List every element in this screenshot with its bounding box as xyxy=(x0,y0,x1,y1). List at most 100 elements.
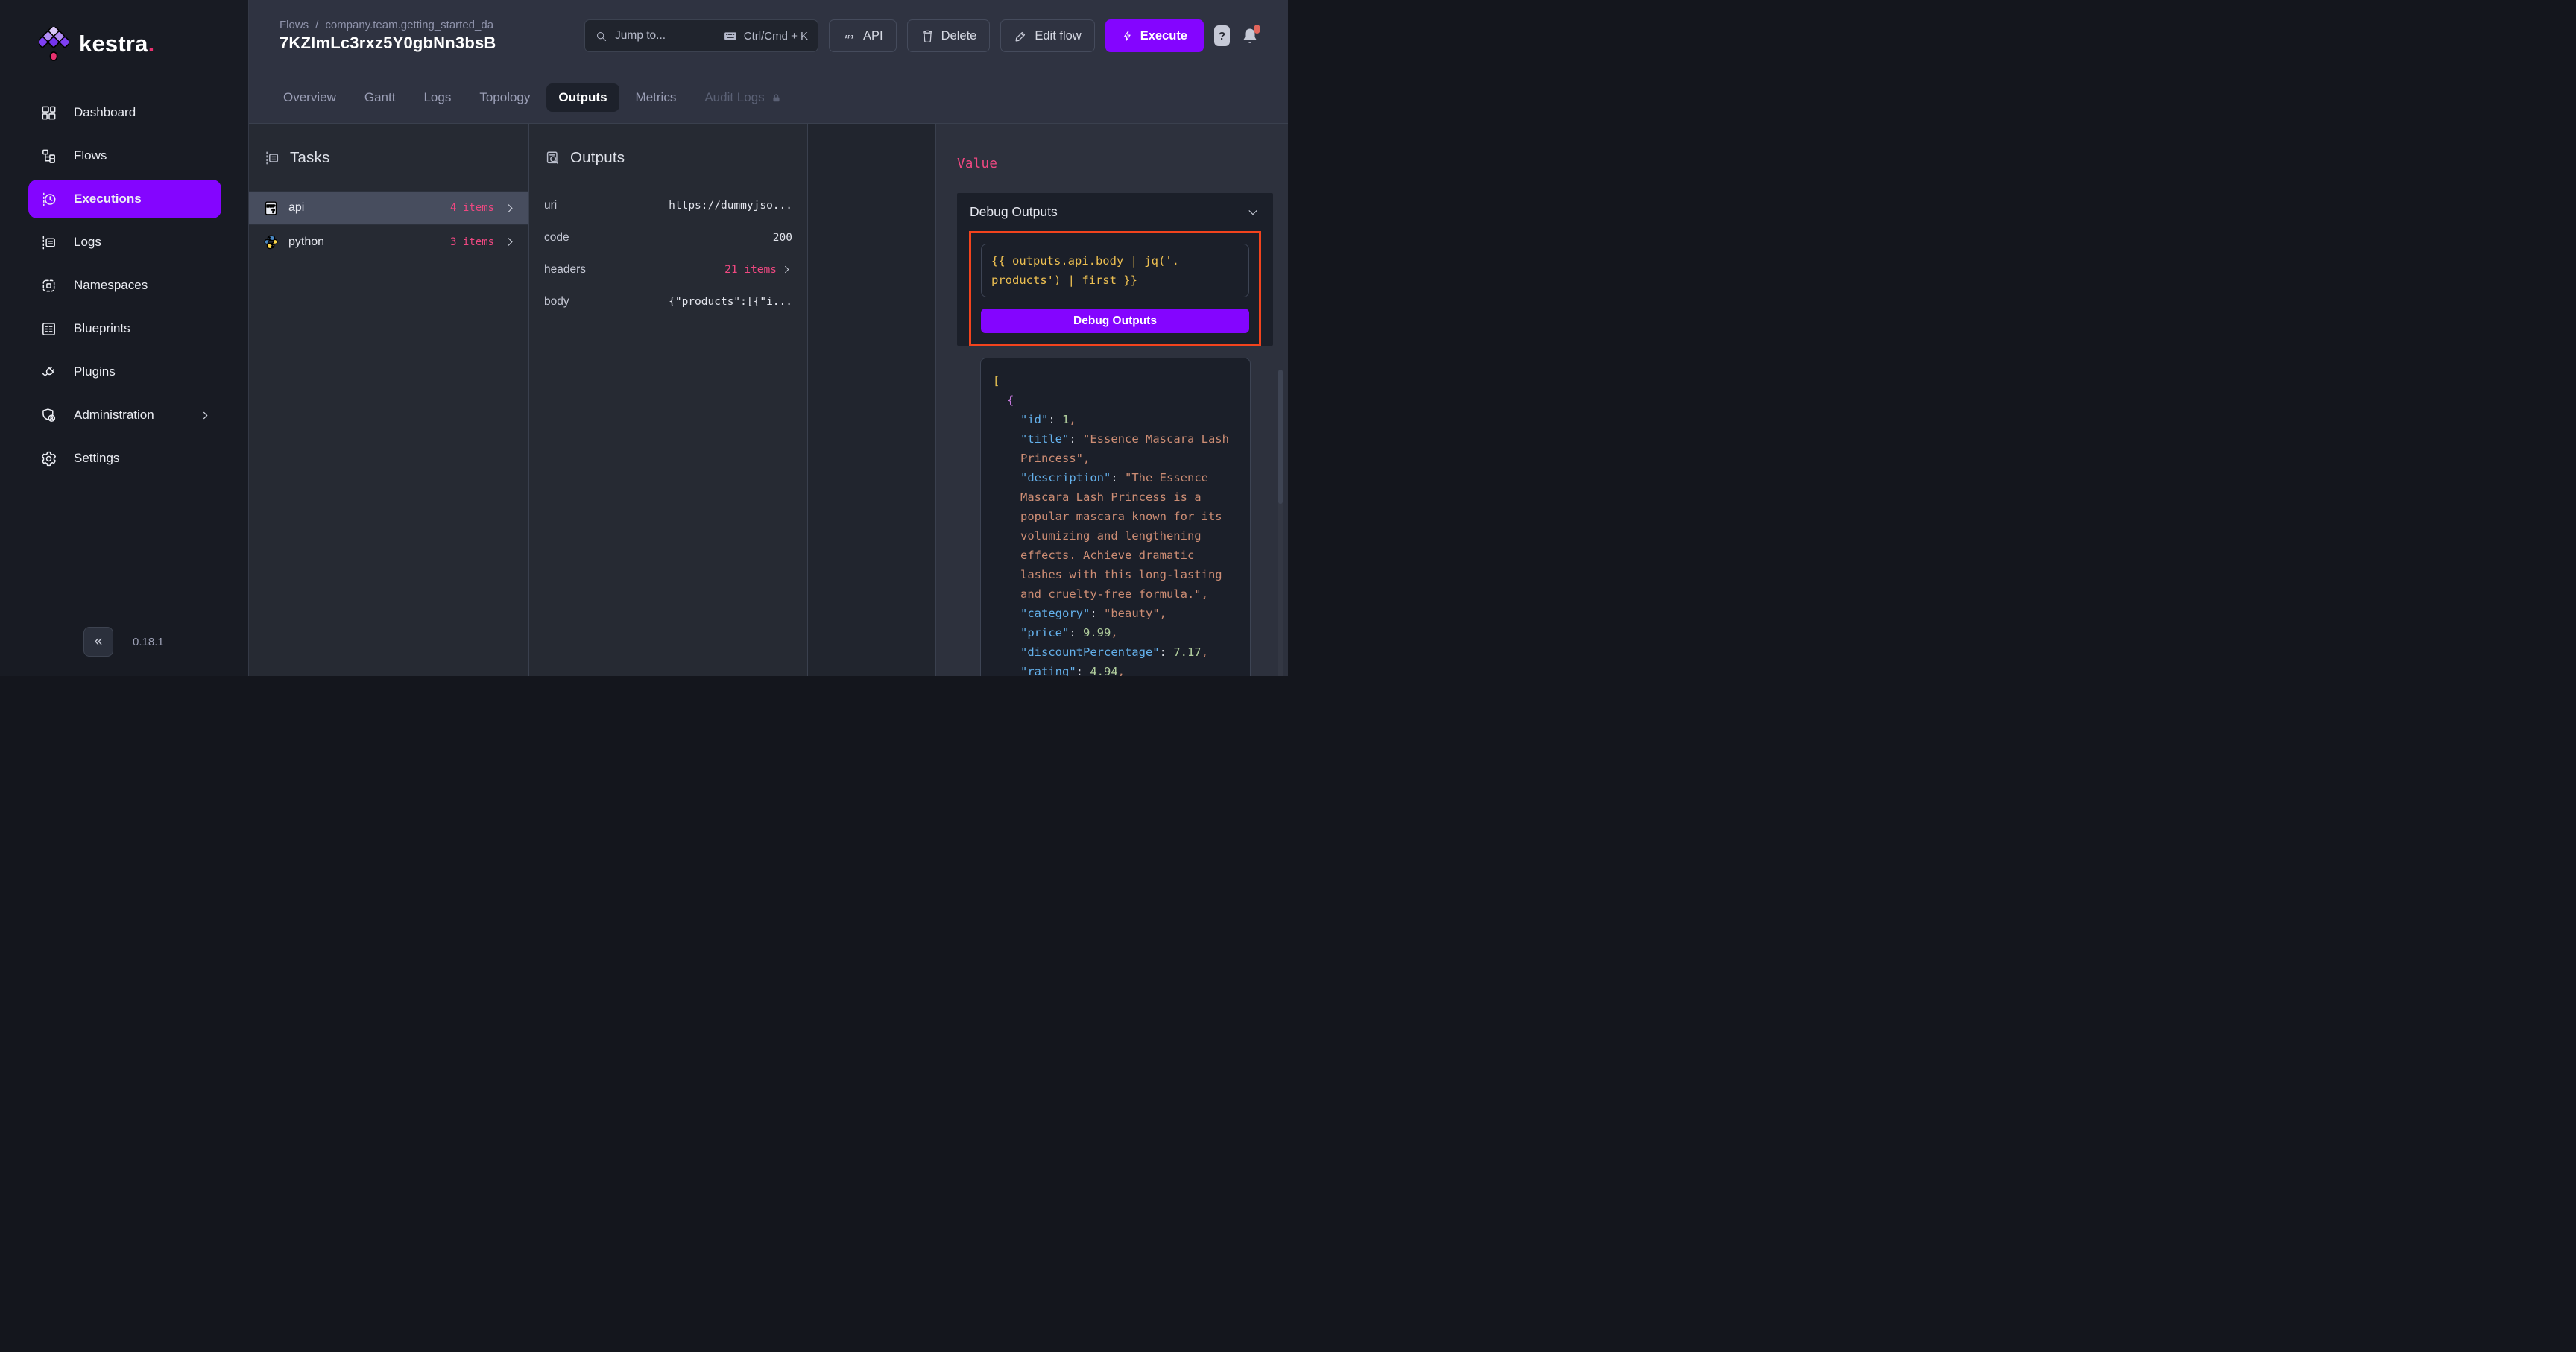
sidebar-item-label: Logs xyxy=(74,235,101,250)
delete-button[interactable]: Delete xyxy=(907,19,991,52)
debug-outputs-header[interactable]: Debug Outputs xyxy=(957,193,1273,220)
svg-text:API: API xyxy=(845,34,853,40)
tab-label: Overview xyxy=(283,90,336,105)
namespaces-icon xyxy=(40,277,57,294)
sidebar-item-label: Plugins xyxy=(74,364,116,379)
topbar-titles: Flows / company.team.getting_started_da … xyxy=(280,19,496,53)
output-key: headers xyxy=(544,263,586,277)
tab-topology[interactable]: Topology xyxy=(467,83,542,112)
value-panel: Value Debug Outputs {{ outputs.api.body … xyxy=(936,124,1288,676)
tasks-panel-header: Tasks xyxy=(249,124,528,173)
json-line: "discountPercentage": 7.17, xyxy=(993,642,1240,662)
debug-outputs-card: Debug Outputs {{ outputs.api.body | jq('… xyxy=(957,193,1273,346)
output-row-uri: uri https://dummyjso... xyxy=(531,189,806,221)
tab-label: Audit Logs xyxy=(704,90,764,105)
json-line: "id": 1, xyxy=(993,410,1240,429)
sidebar-item-label: Settings xyxy=(74,451,119,466)
outputs-doc-search-icon xyxy=(544,150,561,166)
kestra-logo-icon xyxy=(39,27,69,61)
output-rows: urihttps://dummyjso...code200headers21 i… xyxy=(529,189,807,318)
tab-label: Metrics xyxy=(636,90,677,105)
administration-icon xyxy=(40,407,57,424)
task-row-python[interactable]: python3 items xyxy=(249,225,528,259)
edit-flow-button[interactable]: Edit flow xyxy=(1000,19,1094,52)
dashboard-icon xyxy=(40,104,57,121)
help-button[interactable]: ? xyxy=(1214,25,1230,46)
sidebar-item-plugins[interactable]: Plugins xyxy=(28,353,221,391)
tab-logs[interactable]: Logs xyxy=(411,83,463,112)
next-level-empty-column xyxy=(808,124,936,676)
expression-input[interactable]: {{ outputs.api.body | jq('.products') | … xyxy=(981,244,1249,297)
execute-button[interactable]: Execute xyxy=(1105,19,1204,52)
topbar-actions: Jump to... Ctrl/Cmd + K API API xyxy=(584,19,1260,52)
sidebar-item-namespaces[interactable]: Namespaces xyxy=(28,266,221,305)
main-area: Flows / company.team.getting_started_da … xyxy=(249,0,1288,676)
output-row-headers[interactable]: headers 21 items xyxy=(531,253,806,285)
value-panel-scrollbar[interactable] xyxy=(1278,370,1283,676)
tab-gantt[interactable]: Gantt xyxy=(353,83,408,112)
search-placeholder: Jump to... xyxy=(615,29,666,42)
tasks-panel-title: Tasks xyxy=(290,149,329,167)
tab-audit-logs[interactable]: Audit Logs xyxy=(692,83,793,112)
task-row-api[interactable]: HTTP?api4 items xyxy=(249,191,528,225)
pencil-icon xyxy=(1014,29,1028,43)
svg-text:?: ? xyxy=(271,207,275,214)
sidebar-item-label: Flows xyxy=(74,148,107,163)
breadcrumb: Flows / company.team.getting_started_da xyxy=(280,19,496,31)
json-line: "description": "The Essence Mascara Lash… xyxy=(993,468,1240,604)
breadcrumb-flow-id[interactable]: company.team.getting_started_da xyxy=(325,19,493,31)
output-value: {"products":[{"i... xyxy=(669,296,792,308)
python-task-icon xyxy=(263,234,279,250)
tab-outputs[interactable]: Outputs xyxy=(546,83,619,112)
json-code: [{"id": 1,"title": "Essence Mascara Lash… xyxy=(993,371,1240,676)
kestra-logo[interactable]: kestra. xyxy=(0,0,248,80)
tab-metrics[interactable]: Metrics xyxy=(624,83,689,112)
sidebar-item-dashboard[interactable]: Dashboard xyxy=(28,93,221,132)
json-line: "title": "Essence Mascara Lash Princess"… xyxy=(993,429,1240,468)
tab-label: Topology xyxy=(479,90,530,105)
json-line: "rating": 4.94, xyxy=(993,662,1240,676)
tab-overview[interactable]: Overview xyxy=(271,83,348,112)
sidebar-item-label: Dashboard xyxy=(74,105,136,120)
tab-label: Logs xyxy=(423,90,451,105)
debug-result-json-viewer[interactable]: [{"id": 1,"title": "Essence Mascara Lash… xyxy=(980,358,1251,676)
collapse-sidebar-button[interactable]: « xyxy=(83,627,113,657)
breadcrumb-separator: / xyxy=(315,19,318,31)
sidebar-item-executions[interactable]: Executions xyxy=(28,180,221,218)
chevron-right-icon xyxy=(200,410,211,421)
tabs-bar: Overview Gantt Logs Topology Outputs Metrics A… xyxy=(249,72,1288,124)
flows-icon xyxy=(40,148,57,165)
output-row-body: body{"products":[{"i... xyxy=(531,285,806,318)
jump-to-search[interactable]: Jump to... Ctrl/Cmd + K xyxy=(584,19,818,52)
chevron-down-icon xyxy=(1246,206,1260,219)
breadcrumb-flows-link[interactable]: Flows xyxy=(280,19,309,31)
tasks-list-icon xyxy=(264,150,280,166)
sidebar-item-blueprints[interactable]: Blueprints xyxy=(28,309,221,348)
debug-outputs-button[interactable]: Debug Outputs xyxy=(981,309,1249,333)
sidebar-item-settings[interactable]: Settings xyxy=(28,439,221,478)
task-items-badge: 4 items xyxy=(450,202,494,214)
debug-highlight-outline: {{ outputs.api.body | jq('.products') | … xyxy=(969,231,1261,346)
expression-line: products') | first }} xyxy=(991,271,1239,290)
task-items-badge: 3 items xyxy=(450,236,494,248)
topbar: Flows / company.team.getting_started_da … xyxy=(249,0,1288,72)
tasks-panel: Tasks HTTP?api4 itemspython3 items xyxy=(249,124,529,676)
sidebar-footer: « 0.18.1 xyxy=(0,627,248,676)
output-value[interactable]: 21 items xyxy=(724,264,777,276)
api-button[interactable]: API API xyxy=(829,19,897,52)
chevron-right-icon xyxy=(504,236,517,248)
output-value: https://dummyjso... xyxy=(669,200,792,212)
output-key: code xyxy=(544,231,569,244)
chevron-right-icon[interactable] xyxy=(781,264,792,275)
kestra-app: kestra. Dashboard Flows Executions Logs Name… xyxy=(0,0,1288,676)
sidebar-item-logs[interactable]: Logs xyxy=(28,223,221,262)
notifications-bell-icon[interactable] xyxy=(1240,26,1260,45)
sidebar-item-flows[interactable]: Flows xyxy=(28,136,221,175)
output-key: uri xyxy=(544,199,557,212)
sidebar-item-label: Blueprints xyxy=(74,321,130,336)
keyboard-icon xyxy=(723,28,738,43)
logs-icon xyxy=(40,234,57,251)
task-name: api xyxy=(288,201,304,215)
sidebar-item-administration[interactable]: Administration xyxy=(28,396,221,435)
outputs-panel-title: Outputs xyxy=(570,149,625,167)
